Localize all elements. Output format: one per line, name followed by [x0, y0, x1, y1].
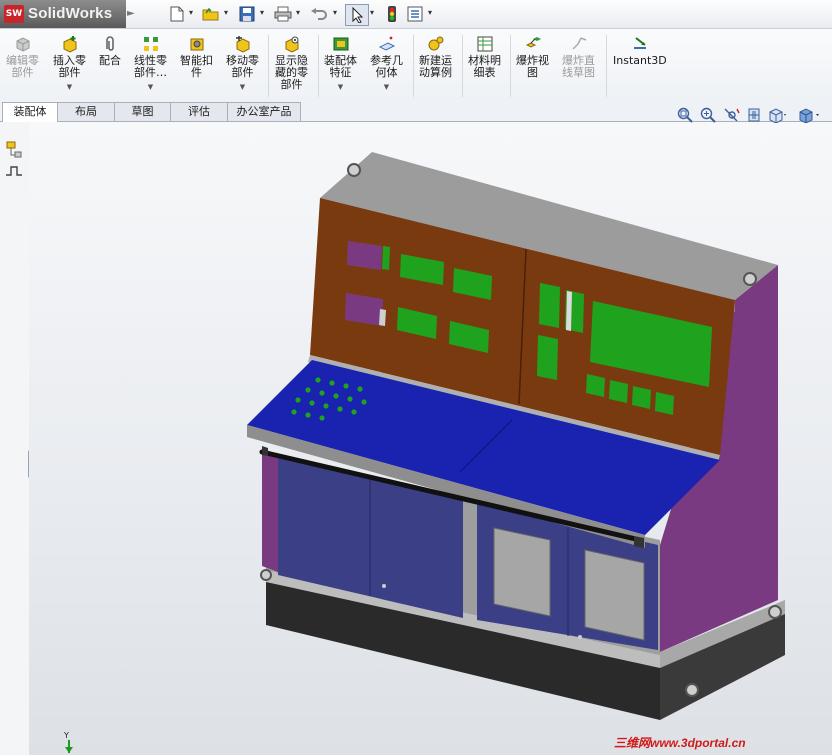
foot-ring — [260, 569, 272, 581]
axis-triad: Y — [62, 731, 76, 755]
door-window-right — [584, 549, 645, 641]
watermark: 三维网www.3dportal.cn — [614, 736, 746, 750]
green-button — [609, 380, 628, 403]
panel-switch — [566, 291, 572, 331]
panel-meter — [347, 241, 382, 270]
door-lock — [382, 584, 386, 588]
green-button — [586, 374, 605, 397]
green-button — [655, 392, 674, 415]
axis-arrow-icon — [65, 740, 73, 753]
handle-bracket — [262, 446, 268, 456]
door-lock — [578, 635, 582, 639]
panel-switch — [379, 309, 386, 326]
lifting-eye — [743, 272, 757, 286]
foot-ring — [768, 605, 782, 619]
foot-ring — [685, 683, 699, 697]
console-cabinet-model[interactable] — [0, 0, 832, 755]
lower-left-side — [262, 448, 278, 572]
green-display — [537, 335, 558, 380]
green-button — [632, 386, 651, 409]
panel-indicator — [382, 246, 390, 270]
green-display — [539, 283, 560, 328]
door-window-left — [493, 527, 551, 617]
handle-bracket — [634, 536, 644, 548]
lifting-eye — [347, 163, 361, 177]
